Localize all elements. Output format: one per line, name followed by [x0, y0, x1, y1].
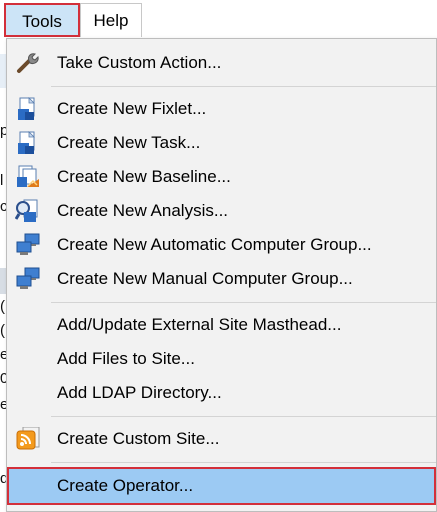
menu-item-label: Add/Update External Site Masthead...: [57, 315, 342, 334]
menu-item-take-custom-action[interactable]: Take Custom Action...: [7, 46, 436, 80]
menu-item-create-new-task[interactable]: Create New Task...: [7, 126, 436, 160]
tools-dropdown-menu: Take Custom Action... Create New Fixlet.…: [6, 38, 437, 512]
menu-item-add-files-to-site[interactable]: Add Files to Site...: [7, 342, 436, 376]
menu-separator: [51, 462, 436, 463]
menu-item-create-operator[interactable]: Create Operator...: [7, 467, 436, 505]
computer-group-icon: [15, 267, 41, 291]
menu-item-label: Add LDAP Directory...: [57, 383, 222, 402]
menu-item-label: Create Operator...: [57, 476, 194, 495]
menu-item-create-new-baseline[interactable]: Create New Baseline...: [7, 160, 436, 194]
menu-item-create-new-fixlet[interactable]: Create New Fixlet...: [7, 92, 436, 126]
menu-item-create-new-analysis[interactable]: Create New Analysis...: [7, 194, 436, 228]
menu-item-label: Create New Analysis...: [57, 201, 229, 220]
menu-separator: [51, 416, 436, 417]
menu-separator: [51, 302, 436, 303]
menu-bar: Tools Help: [0, 0, 437, 40]
fixlet-document-icon: [15, 97, 41, 121]
tools-menu[interactable]: Tools: [4, 3, 80, 37]
menu-item-label: Take Custom Action...: [57, 53, 222, 72]
menu-item-label: Create New Manual Computer Group...: [57, 269, 353, 288]
menu-item-create-new-manual-computer-group[interactable]: Create New Manual Computer Group...: [7, 262, 436, 296]
menu-item-add-update-external-site-masthead[interactable]: Add/Update External Site Masthead...: [7, 308, 436, 342]
menu-item-label: Create New Fixlet...: [57, 99, 207, 118]
analysis-icon: [14, 199, 41, 223]
rss-site-icon: [15, 426, 41, 451]
menu-item-label: Create New Baseline...: [57, 167, 231, 186]
baseline-icon: [15, 165, 41, 189]
wrench-icon: [15, 51, 41, 75]
menu-item-create-new-automatic-computer-group[interactable]: Create New Automatic Computer Group...: [7, 228, 436, 262]
computer-group-icon: [15, 233, 41, 257]
menu-item-label: Add Files to Site...: [57, 349, 195, 368]
menu-separator: [51, 86, 436, 87]
task-document-icon: [15, 131, 41, 155]
menu-item-label: Create New Automatic Computer Group...: [57, 235, 372, 254]
help-menu[interactable]: Help: [80, 3, 142, 37]
menu-item-create-custom-site[interactable]: Create Custom Site...: [7, 422, 436, 456]
menu-item-label: Create New Task...: [57, 133, 201, 152]
menu-item-add-ldap-directory[interactable]: Add LDAP Directory...: [7, 376, 436, 410]
menu-item-label: Create Custom Site...: [57, 429, 220, 448]
